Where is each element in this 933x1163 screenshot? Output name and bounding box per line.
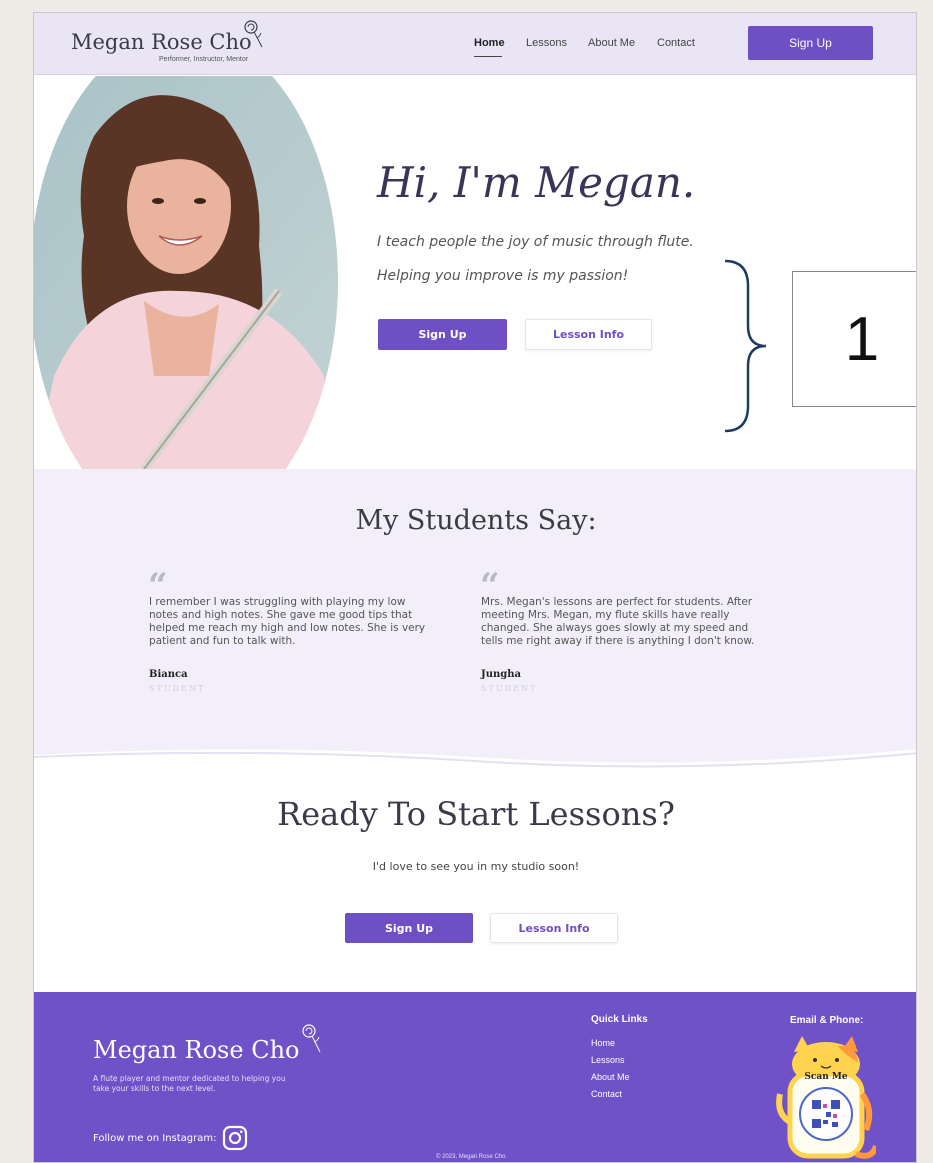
nav-active-underline (474, 56, 502, 57)
hero-line-1: I teach people the joy of music through … (377, 234, 694, 250)
cta-subtitle: I'd love to see you in my studio soon! (372, 860, 580, 873)
section-wave-divider (34, 749, 916, 771)
quick-links-heading: Quick Links (591, 1014, 648, 1025)
nav-home[interactable]: Home (474, 37, 505, 49)
hero-section: Hi, I'm Megan. I teach people the joy of… (34, 76, 916, 469)
footer-link-lessons[interactable]: Lessons (591, 1055, 625, 1065)
footer-link-home[interactable]: Home (591, 1038, 615, 1048)
header-signup-button[interactable]: Sign Up (748, 26, 873, 60)
hero-title: Hi, I'm Megan. (377, 158, 696, 207)
email-phone-heading: Email & Phone: (790, 1015, 864, 1026)
footer-follow-text: Follow me on Instagram: (93, 1133, 217, 1144)
site-header: Megan Rose Cho Performer, Instructor, Me… (34, 13, 916, 75)
cta-signup-button[interactable]: Sign Up (345, 913, 473, 943)
testimonial-role: STUDENT (481, 684, 538, 693)
instagram-icon[interactable] (222, 1125, 248, 1151)
annotation-number-box: 1 (792, 271, 916, 407)
scan-me-cat-qr-code[interactable]: Scan Me (776, 1034, 876, 1163)
annotation-brace (724, 259, 767, 433)
hero-lesson-info-button[interactable]: Lesson Info (525, 319, 652, 350)
testimonial-text: I remember I was struggling with playing… (149, 596, 426, 647)
cta-lesson-info-button[interactable]: Lesson Info (490, 913, 618, 943)
footer-description: A flute player and mentor dedicated to h… (93, 1074, 286, 1093)
megan-portrait-photo (34, 76, 338, 469)
rose-logo-icon (244, 20, 263, 48)
footer-copyright: © 2023, Megan Rose Cho (436, 1154, 506, 1160)
page: Megan Rose Cho Performer, Instructor, Me… (33, 12, 917, 1163)
footer-link-contact[interactable]: Contact (591, 1089, 622, 1099)
nav-lessons[interactable]: Lessons (526, 37, 567, 49)
brand-tagline: Performer, Instructor, Mentor (159, 56, 249, 63)
nav-about-me[interactable]: About Me (588, 37, 635, 49)
cta-title: Ready To Start Lessons? (277, 795, 675, 833)
testimonial-text: Mrs. Megan's lessons are perfect for stu… (481, 596, 755, 647)
nav-contact[interactable]: Contact (657, 37, 695, 49)
testimonials-section: My Students Say: “ I remember I was stru… (34, 469, 916, 771)
testimonial-name: Jungha (481, 669, 522, 680)
footer-brand-name: Megan Rose Cho (93, 1036, 300, 1064)
rose-logo-icon (302, 1024, 321, 1053)
testimonial-name: Bianca (149, 669, 188, 680)
testimonial-role: STUDENT (149, 684, 206, 693)
hero-signup-button[interactable]: Sign Up (378, 319, 507, 350)
testimonials-title: My Students Say: (355, 505, 597, 536)
footer-link-about-me[interactable]: About Me (591, 1072, 630, 1082)
site-footer: Megan Rose Cho A flute player and mentor… (34, 992, 916, 1163)
scan-me-label: Scan Me (804, 1072, 847, 1082)
hero-line-2: Helping you improve is my passion! (377, 268, 629, 284)
brand-name[interactable]: Megan Rose Cho (71, 30, 252, 54)
